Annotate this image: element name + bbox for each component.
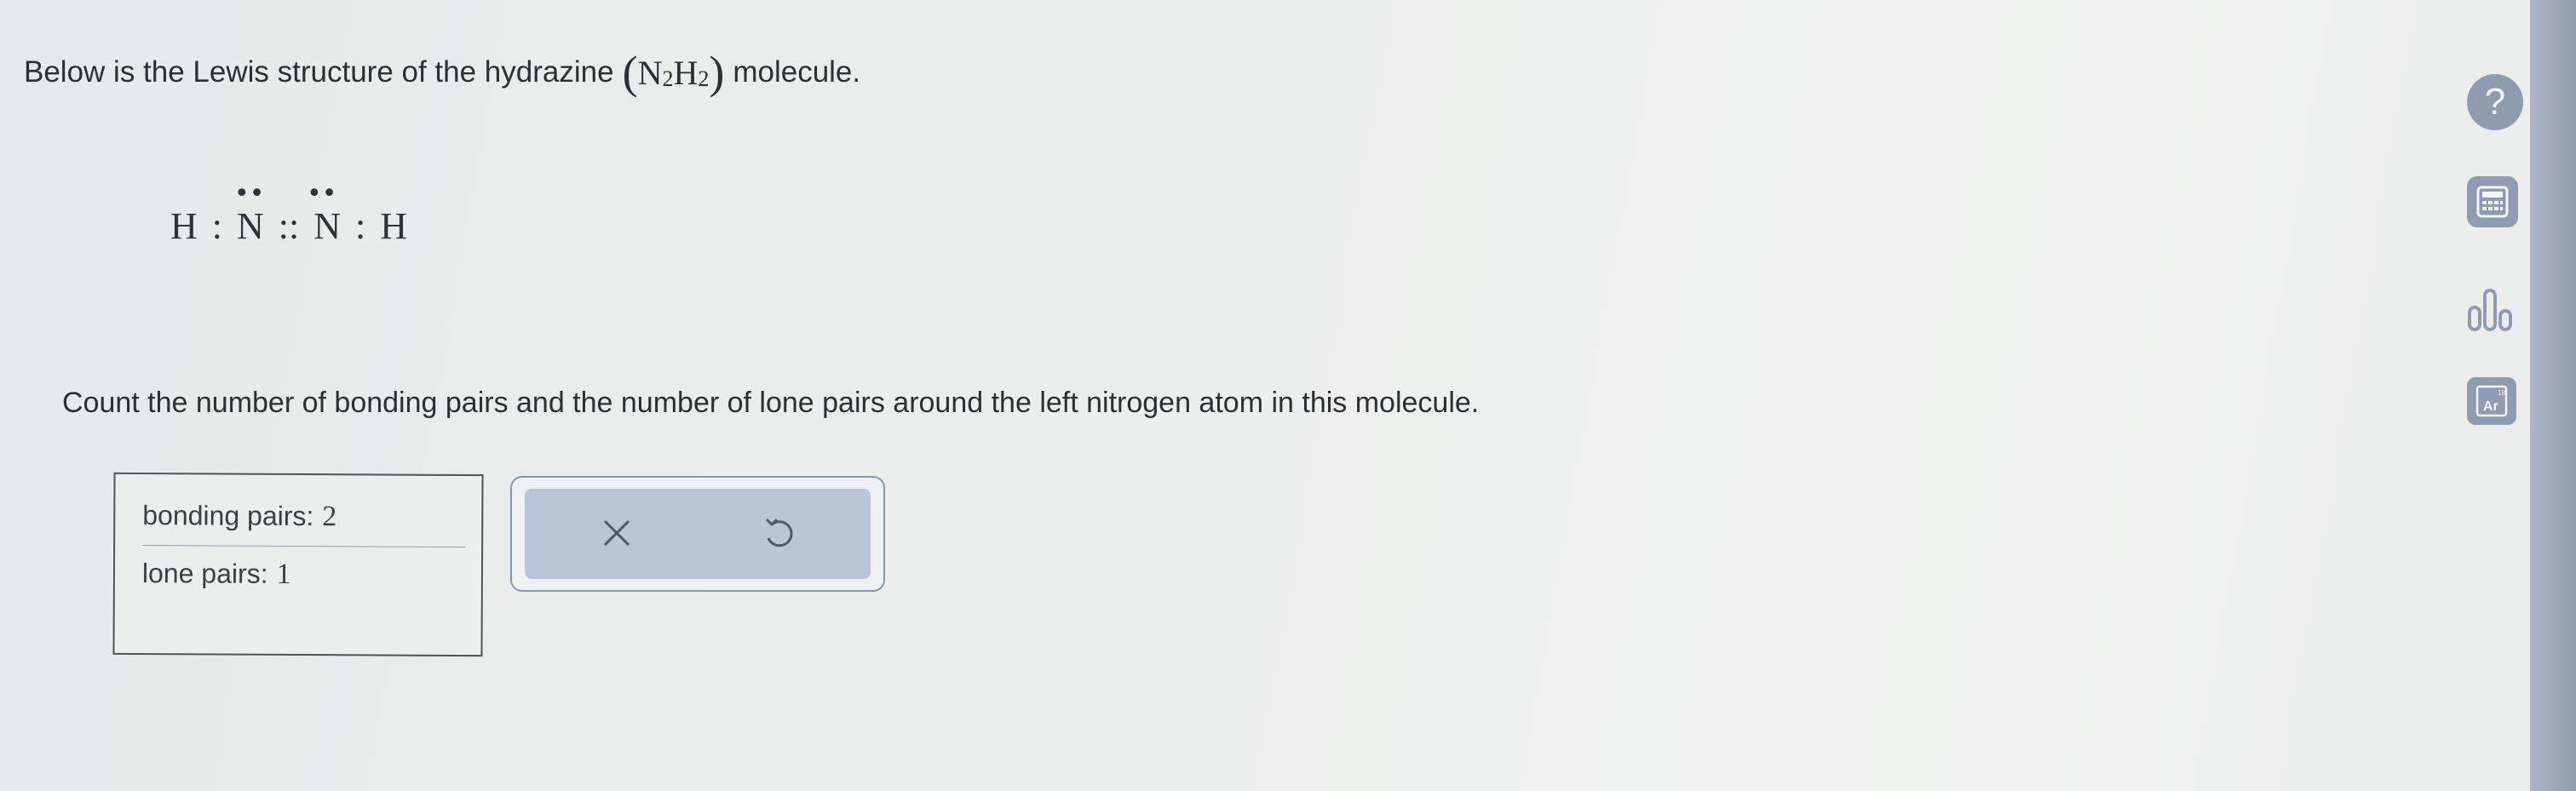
x-icon [603, 519, 630, 547]
data-chart-button[interactable] [2464, 281, 2520, 337]
formula-nitrogen-subscript: 2 [662, 66, 674, 91]
answer-action-bar [510, 476, 885, 592]
intro-text-after: molecule. [733, 55, 861, 89]
lewis-right-nitrogen: N [313, 205, 342, 247]
lone-pair-right-nitrogen: •• [307, 179, 337, 209]
undo-button[interactable] [753, 507, 804, 559]
right-edge-strip [2530, 0, 2576, 791]
intro-text-before: Below is the Lewis structure of the hydr… [24, 55, 614, 89]
answer-action-bar-inner [525, 489, 871, 579]
lewis-left-nitrogen: N [237, 205, 264, 247]
lewis-right-hydrogen: H [380, 205, 408, 247]
lewis-single-bond-right: : [355, 205, 366, 247]
undo-icon [765, 518, 793, 547]
help-button[interactable]: ? [2467, 74, 2523, 130]
lone-pair-left-nitrogen: •• [234, 179, 265, 209]
periodic-number: 18 [2498, 389, 2505, 397]
question-text: Count the number of bonding pairs and th… [62, 387, 1480, 419]
formula-close-paren: ) [709, 47, 725, 98]
intro-sentence: Below is the Lewis structure of the hydr… [24, 49, 860, 95]
lewis-structure: H : N :: N : H •• •• [170, 179, 408, 248]
calculator-icon [2476, 186, 2509, 218]
lewis-double-bond: :: [278, 205, 300, 247]
formula-hydrogen: H [673, 53, 699, 92]
lewis-left-hydrogen: H [170, 205, 198, 247]
formula-hydrogen-subscript: 2 [698, 66, 710, 91]
lewis-single-bond-left: : [211, 205, 223, 247]
periodic-table-button[interactable]: 18 Ar [2467, 377, 2516, 425]
lone-pairs-label: lone pairs: [141, 558, 268, 589]
answer-divider [142, 545, 467, 548]
calculator-button[interactable] [2467, 176, 2518, 227]
lone-pairs-value[interactable]: 1 [276, 559, 290, 590]
bonding-pairs-label: bonding pairs: [142, 500, 314, 532]
lone-pairs-field[interactable]: lone pairs: 1 [142, 558, 291, 591]
formula-nitrogen: N [637, 53, 663, 92]
answer-box[interactable]: bonding pairs: 2 lone pairs: 1 [112, 472, 484, 657]
help-icon: ? [2484, 81, 2506, 123]
periodic-symbol: Ar [2483, 399, 2498, 414]
periodic-table-icon: 18 Ar [2475, 385, 2508, 417]
clear-button[interactable] [591, 507, 642, 559]
hydrazine-formula: ( N2 H2 ) [623, 49, 725, 95]
formula-open-paren: ( [622, 47, 638, 98]
data-chart-icon [2468, 289, 2512, 331]
bonding-pairs-field[interactable]: bonding pairs: 2 [142, 500, 336, 533]
bonding-pairs-value[interactable]: 2 [322, 501, 336, 532]
